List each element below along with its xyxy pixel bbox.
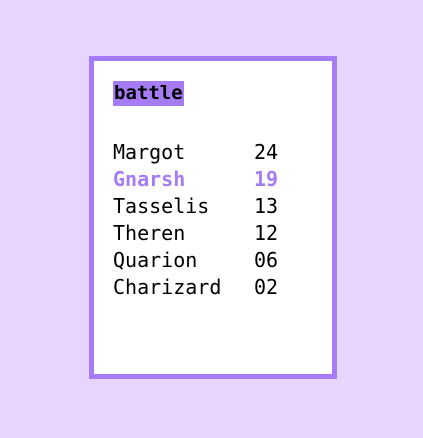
entry-name: Theren xyxy=(113,220,186,245)
entry-name: Quarion xyxy=(113,247,198,272)
menu-title: battle xyxy=(113,81,184,106)
entry-score: 19 xyxy=(254,166,279,191)
battle-list-item[interactable]: Charizard 02 xyxy=(113,273,278,300)
entry-score: 02 xyxy=(254,274,279,299)
entry-name: Charizard xyxy=(113,274,222,299)
entry-name: Margot xyxy=(113,139,186,164)
entry-score: 12 xyxy=(254,220,279,245)
battle-list: Margot 24 Gnarsh 19 Tasselis 13 Theren 1… xyxy=(113,138,278,300)
entry-score: 06 xyxy=(254,247,279,272)
battle-list-item[interactable]: Margot 24 xyxy=(113,138,278,165)
battle-list-item[interactable]: Tasselis 13 xyxy=(113,192,278,219)
entry-score: 13 xyxy=(254,193,279,218)
battle-menu-panel: battle Margot 24 Gnarsh 19 Tasselis 13 T… xyxy=(89,56,337,379)
entry-name: Tasselis xyxy=(113,193,210,218)
entry-name: Gnarsh xyxy=(113,166,186,191)
battle-list-item-selected[interactable]: Gnarsh 19 xyxy=(113,165,278,192)
battle-list-item[interactable]: Theren 12 xyxy=(113,219,278,246)
battle-list-item[interactable]: Quarion 06 xyxy=(113,246,278,273)
entry-score: 24 xyxy=(254,139,279,164)
